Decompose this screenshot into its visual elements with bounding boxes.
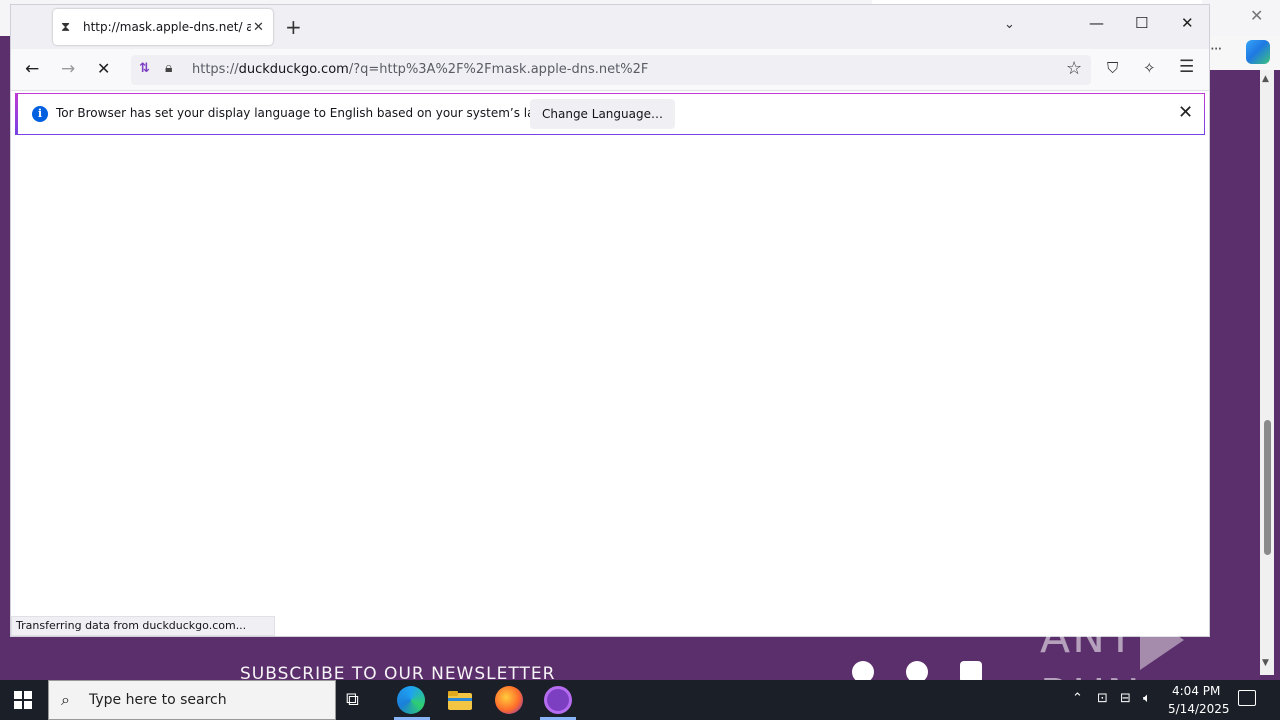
- notification-message: Tor Browser has set your display languag…: [56, 106, 584, 120]
- navigation-toolbar: ← → ✕ ⇅ 🔒︎ https://duckduckgo.com/?q=htt…: [11, 49, 1209, 91]
- shield-icon[interactable]: ⛉: [1107, 59, 1118, 77]
- copilot-icon[interactable]: [1246, 40, 1270, 64]
- url-domain: duckduckgo.com: [238, 62, 349, 77]
- tab-title: http://mask.apple-dns.net/ at DuckDuckGo: [83, 20, 251, 34]
- show-hidden-icons-chevron-up-icon[interactable]: ⌃: [1072, 691, 1083, 706]
- clock-time[interactable]: 4:04 PM: [1172, 684, 1220, 698]
- tor-circuit-icon[interactable]: ⇅: [139, 61, 150, 76]
- window-close-icon[interactable]: ✕: [1181, 14, 1194, 32]
- change-language-button[interactable]: Change Language…: [530, 99, 675, 129]
- network-icon[interactable]: ⊟: [1120, 691, 1131, 706]
- hourglass-icon: ⧗: [61, 19, 71, 35]
- list-tabs-chevron-down-icon[interactable]: ⌄: [1004, 17, 1015, 32]
- background-close-icon[interactable]: ✕: [1250, 6, 1263, 25]
- hamburger-menu-icon[interactable]: ☰: [1179, 57, 1194, 77]
- background-scrollbar[interactable]: [1260, 70, 1274, 675]
- volume-icon[interactable]: 🔈︎: [1143, 691, 1151, 706]
- task-view-icon[interactable]: ⧉: [346, 689, 374, 717]
- file-explorer-icon[interactable]: [446, 686, 474, 714]
- tab-close-icon[interactable]: ✕: [253, 20, 264, 35]
- lock-icon[interactable]: 🔒︎: [165, 60, 172, 76]
- minimize-icon[interactable]: —: [1089, 14, 1104, 32]
- info-icon: i: [32, 106, 48, 122]
- back-arrow-icon[interactable]: ←: [25, 59, 39, 79]
- tor-browser-window: ⧗ http://mask.apple-dns.net/ at DuckDuck…: [10, 4, 1210, 637]
- page-content: Transferring data from duckduckgo.com...: [11, 137, 1209, 636]
- maximize-icon[interactable]: ☐: [1135, 14, 1148, 32]
- device-tray-icon[interactable]: ⊡: [1097, 691, 1108, 706]
- watermark-left-text: ANY: [1040, 612, 1136, 663]
- url-path: /?q=http%3A%2F%2Fmask.apple-dns.net%2F: [348, 62, 649, 77]
- windows-start-icon[interactable]: [14, 691, 32, 709]
- scroll-up-arrow-icon[interactable]: ▲: [1262, 74, 1269, 84]
- search-icon: ⌕: [61, 690, 70, 709]
- taskbar: ⌕ Type here to search ⧉ ⌃ ⊡ ⊟ 🔈︎ 4:04 PM…: [0, 680, 1280, 720]
- new-tab-plus-icon[interactable]: +: [285, 15, 302, 39]
- status-bar: Transferring data from duckduckgo.com...: [11, 616, 275, 636]
- tor-browser-icon[interactable]: [544, 686, 572, 714]
- background-scrollbar-thumb[interactable]: [1264, 420, 1271, 555]
- notification-close-icon[interactable]: ✕: [1178, 102, 1193, 123]
- tab-active[interactable]: ⧗ http://mask.apple-dns.net/ at DuckDuck…: [53, 9, 273, 45]
- url-text[interactable]: https://duckduckgo.com/?q=http%3A%2F%2Fm…: [192, 62, 648, 77]
- edge-icon[interactable]: [397, 686, 425, 714]
- notification-center-icon[interactable]: [1238, 690, 1256, 706]
- language-notification-bar: i Tor Browser has set your display langu…: [15, 93, 1205, 135]
- firefox-icon[interactable]: [495, 686, 523, 714]
- bookmark-star-icon[interactable]: ☆: [1066, 58, 1082, 79]
- search-placeholder: Type here to search: [89, 692, 227, 708]
- url-bar[interactable]: ⇅ 🔒︎ https://duckduckgo.com/?q=http%3A%2…: [131, 55, 1091, 85]
- new-identity-broom-icon[interactable]: ✧: [1143, 59, 1156, 77]
- play-icon: [1139, 610, 1184, 670]
- tab-bar: ⧗ http://mask.apple-dns.net/ at DuckDuck…: [11, 5, 1209, 49]
- forward-arrow-icon[interactable]: →: [61, 59, 75, 79]
- url-prefix: https://: [192, 62, 239, 77]
- taskbar-search-box[interactable]: ⌕ Type here to search: [48, 680, 336, 720]
- stop-loading-icon[interactable]: ✕: [97, 59, 110, 78]
- background-more-icon[interactable]: ···: [1210, 40, 1222, 58]
- clock-date[interactable]: 5/14/2025: [1168, 702, 1230, 716]
